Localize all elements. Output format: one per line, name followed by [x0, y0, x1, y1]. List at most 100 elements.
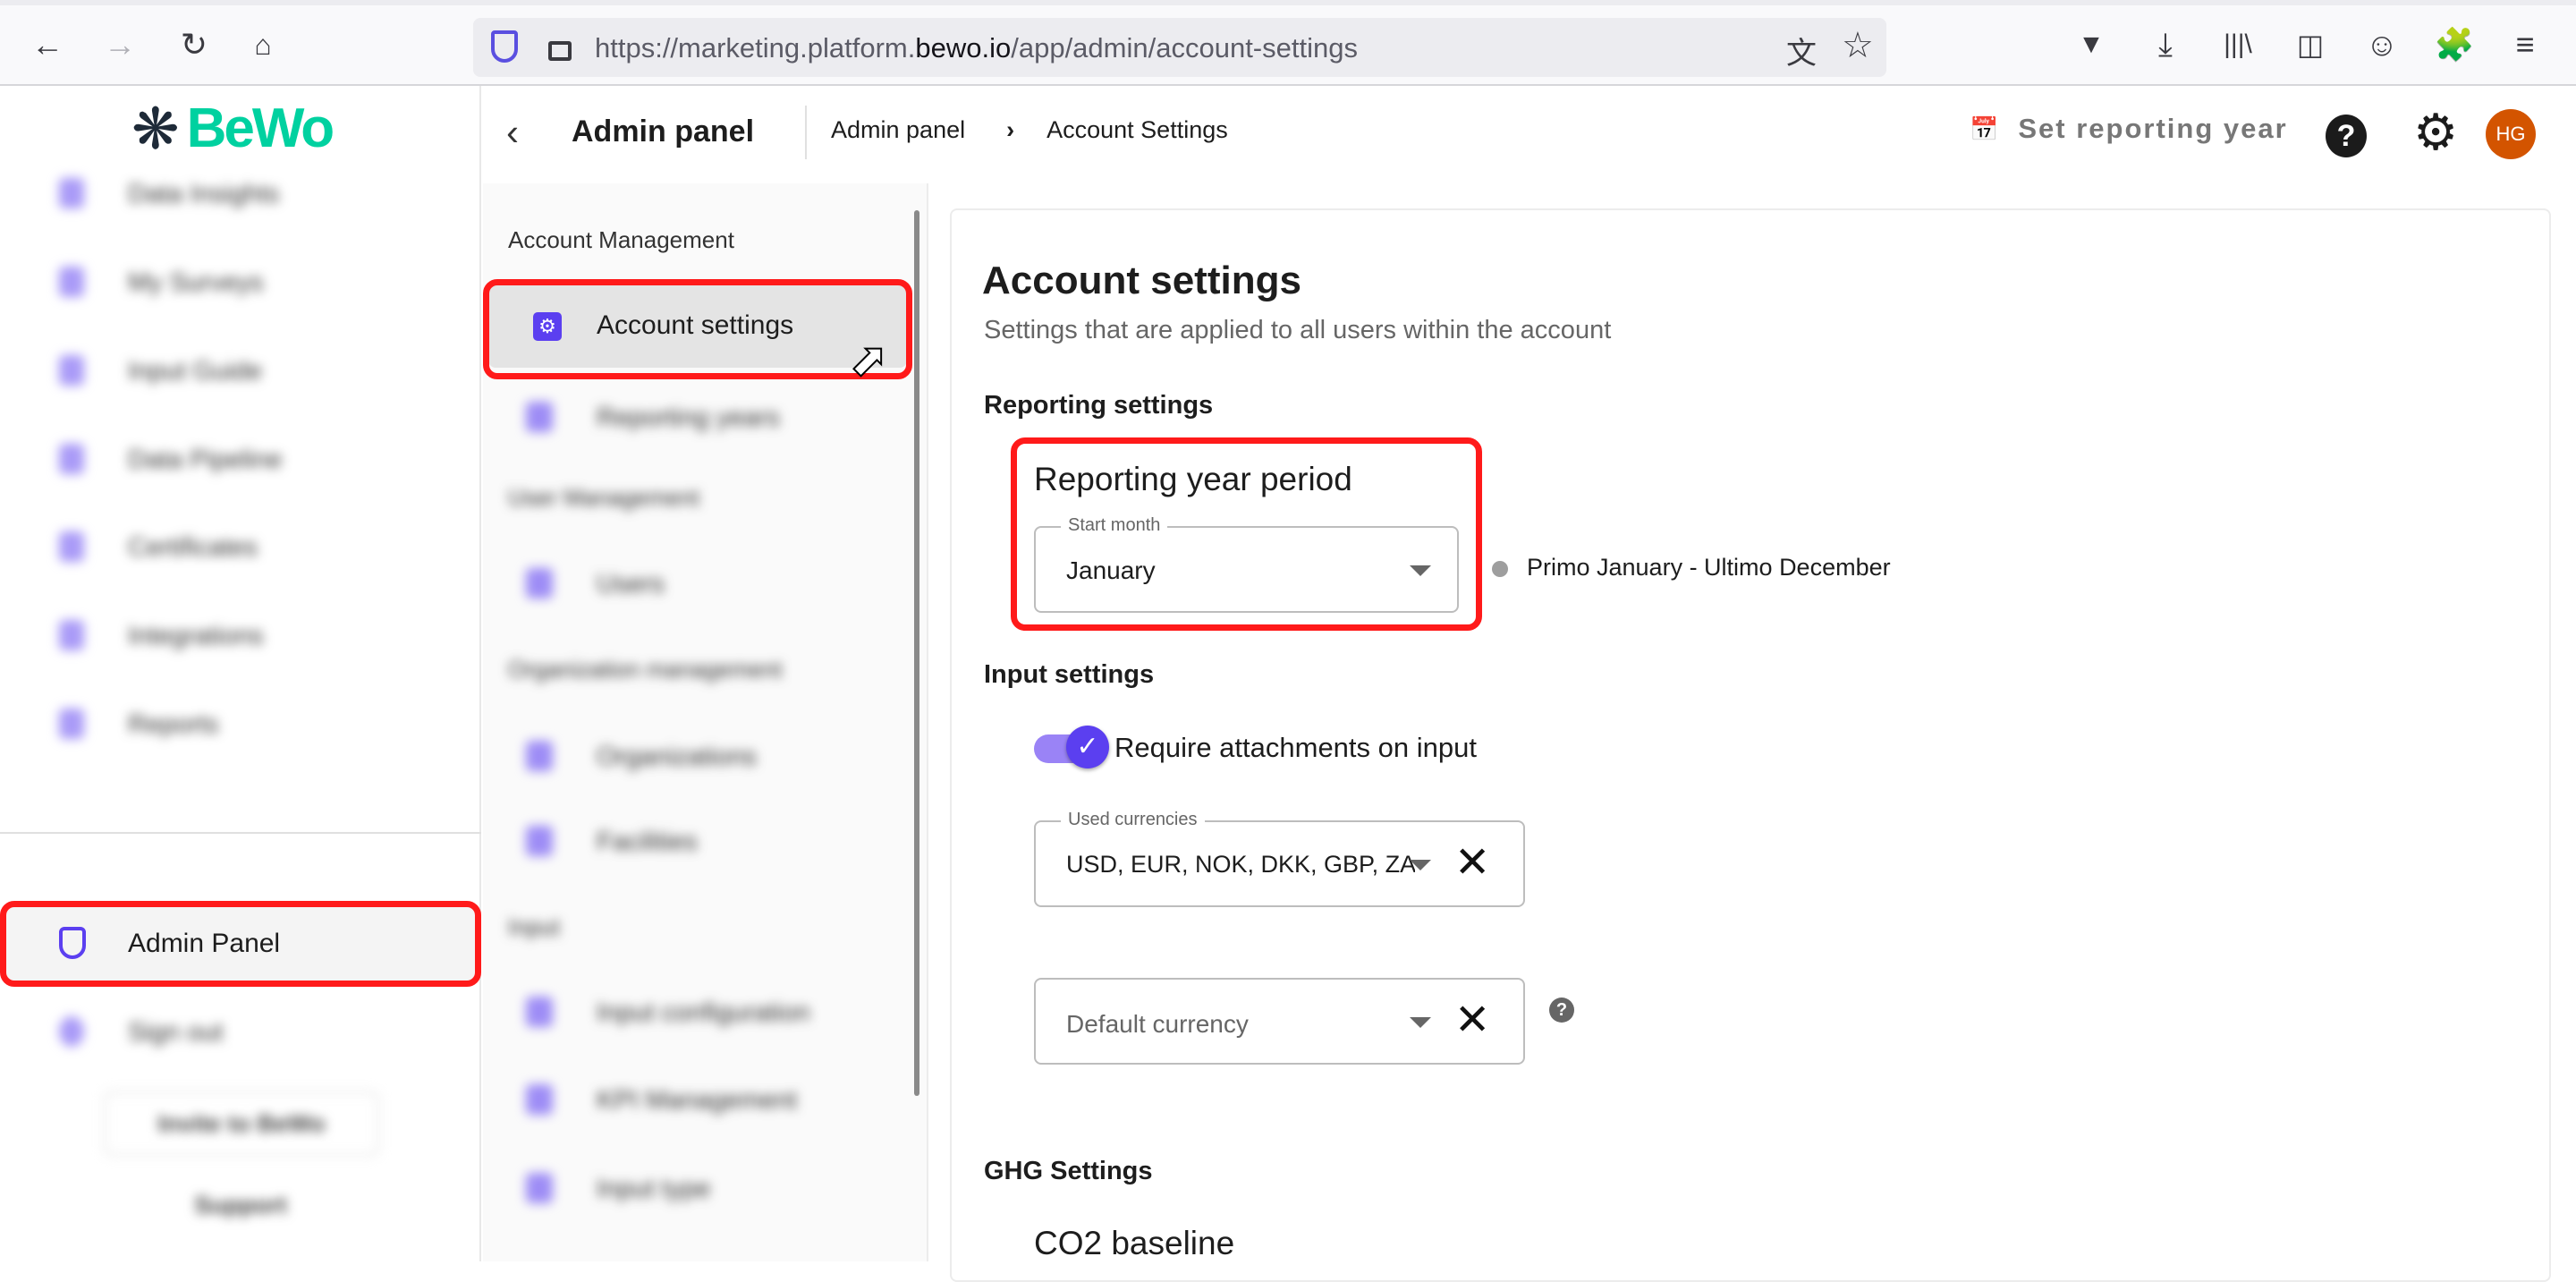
pocket-icon[interactable]: ▼	[2073, 27, 2109, 63]
mouse-cursor-icon: ⬈	[849, 334, 888, 386]
forward-icon[interactable]: →	[102, 26, 138, 63]
sidebar-item[interactable]: My Surveys	[0, 256, 481, 310]
url-text[interactable]: https://marketing.platform.bewo.io/app/a…	[595, 32, 1358, 64]
co2-baseline-label: CO2 baseline	[1034, 1225, 1235, 1261]
admin-nav-panel: Account Management ⚙ Account settings ⬈ …	[483, 183, 928, 1261]
highlight-box	[483, 279, 912, 379]
url-bar[interactable]: https://marketing.platform.bewo.io/app/a…	[473, 18, 1886, 77]
breadcrumb-item: Account Settings	[1046, 116, 1228, 143]
section-subtitle: Settings that are applied to all users w…	[984, 316, 1612, 344]
menu-icon[interactable]: ≡	[2507, 26, 2543, 63]
facility-icon	[526, 826, 553, 856]
logo-mark-icon: ❋	[131, 96, 180, 161]
browser-toolbar: ← → ↻ ⌂ https://marketing.platform.bewo.…	[0, 0, 2576, 86]
start-month-select[interactable]: Start month January	[1034, 515, 1459, 613]
sign-out-icon	[59, 1016, 84, 1047]
chevron-down-icon	[1410, 565, 1431, 576]
input-type-icon	[526, 1173, 553, 1203]
nav-item[interactable]: Organizations	[483, 726, 912, 789]
sidebar-item[interactable]: Input Guide	[0, 344, 481, 398]
library-icon[interactable]: |||\	[2220, 27, 2256, 63]
kpi-icon	[526, 1084, 553, 1115]
extensions-icon[interactable]: 🧩	[2435, 26, 2475, 63]
nav-icon	[59, 620, 84, 650]
sidebar: ❋ BeWo Data Insights My Surveys Input Gu…	[0, 86, 481, 1261]
help-icon[interactable]: ?	[2326, 115, 2367, 157]
highlight-box	[0, 901, 481, 987]
used-currencies-select[interactable]: Used currencies USD, EUR, NOK, DKK, GBP,…	[1034, 810, 1525, 907]
calendar-icon	[526, 402, 553, 432]
nav-group-heading: Input	[508, 913, 560, 940]
nav-group-heading: User Management	[508, 484, 699, 511]
clear-icon[interactable]: ✕	[1454, 999, 1490, 1042]
sidebar-item[interactable]: Certificates	[0, 521, 481, 574]
sidebar-item[interactable]: Integrations	[0, 609, 481, 663]
users-icon	[526, 568, 553, 599]
invite-button[interactable]: Invite to BeWo	[104, 1091, 379, 1156]
nav-icon	[59, 531, 84, 562]
status-dot	[1492, 561, 1508, 577]
nav-group-heading: Organization management	[508, 656, 783, 683]
chevron-right-icon: ›	[1006, 116, 1015, 143]
sidebar-item[interactable]: Reports	[0, 698, 481, 751]
breadcrumb: Admin panel › Account Settings	[831, 116, 1228, 144]
star-icon[interactable]: ☆	[1842, 25, 1874, 66]
clear-icon[interactable]: ✕	[1454, 842, 1490, 885]
organization-icon	[526, 741, 553, 771]
divider	[0, 832, 481, 834]
nav-item[interactable]: Facilities	[483, 811, 912, 874]
reporting-settings-heading: Reporting settings	[984, 391, 1214, 420]
tab-strip	[0, 0, 2576, 5]
nav-icon	[59, 355, 84, 386]
nav-item[interactable]: Reporting years	[483, 387, 912, 450]
nav-item[interactable]: Users	[483, 554, 912, 616]
sidebar-icon[interactable]: ◫	[2292, 27, 2328, 63]
divider	[805, 106, 807, 159]
nav-item[interactable]: KPI Management	[483, 1070, 912, 1133]
back-icon[interactable]: ←	[30, 26, 65, 63]
chevron-down-icon	[1410, 1017, 1431, 1028]
scrollbar[interactable]	[914, 210, 919, 1096]
input-config-icon	[526, 997, 553, 1027]
section-title: Account settings	[982, 259, 1301, 302]
sidebar-item[interactable]: Data Pipeline	[0, 433, 481, 487]
download-icon[interactable]: ⤓	[2148, 26, 2183, 63]
breadcrumb-item[interactable]: Admin panel	[831, 116, 965, 144]
default-currency-select[interactable]: Default currency ✕	[1034, 978, 1525, 1065]
nav-icon	[59, 709, 84, 739]
avatar[interactable]: HG	[2486, 109, 2536, 159]
shield-icon[interactable]	[491, 30, 518, 63]
input-settings-heading: Input settings	[984, 660, 1155, 689]
bewo-logo[interactable]: ❋ BeWo	[131, 96, 335, 161]
check-icon: ✓	[1066, 726, 1109, 768]
page-title: Admin panel	[572, 115, 755, 149]
translate-icon[interactable]: 文	[1786, 29, 1817, 72]
reload-icon[interactable]: ↻	[176, 26, 212, 63]
back-chevron-icon[interactable]: ‹	[506, 111, 519, 154]
nav-item[interactable]: Input configuration	[483, 982, 912, 1045]
reporting-year-period-label: Reporting year period	[1034, 461, 1352, 497]
nav-icon	[59, 267, 84, 297]
sidebar-item[interactable]: Data Insights	[0, 167, 481, 221]
lock-icon[interactable]	[548, 41, 572, 61]
help-icon[interactable]: ?	[1549, 998, 1574, 1023]
app-header: ‹ Admin panel Admin panel › Account Sett…	[481, 86, 2576, 184]
nav-group-heading: Account Management	[508, 226, 734, 253]
require-attachments-label: Require attachments on input	[1114, 732, 1477, 763]
calendar-icon: 📅	[1970, 115, 1999, 142]
nav-icon	[59, 178, 84, 208]
nav-icon	[59, 444, 84, 474]
set-reporting-year-button[interactable]: 📅 Set reporting year	[1970, 113, 2288, 145]
settings-gear-icon[interactable]: ⚙	[2413, 106, 2458, 159]
support-link[interactable]: Support	[0, 1192, 481, 1219]
period-text: Primo January - Ultimo December	[1527, 554, 1891, 581]
account-icon[interactable]: ☺	[2364, 26, 2400, 63]
require-attachments-toggle[interactable]: ✓	[1034, 726, 1109, 768]
ghg-settings-heading: GHG Settings	[984, 1157, 1153, 1185]
nav-item[interactable]: Input type	[483, 1159, 912, 1221]
account-settings-card: Account settings Settings that are appli…	[950, 208, 2551, 1282]
sign-out-item[interactable]: Sign out	[0, 1006, 481, 1059]
logo-text: BeWo	[186, 98, 335, 159]
home-icon[interactable]: ⌂	[245, 27, 281, 63]
chevron-down-icon	[1410, 860, 1431, 870]
